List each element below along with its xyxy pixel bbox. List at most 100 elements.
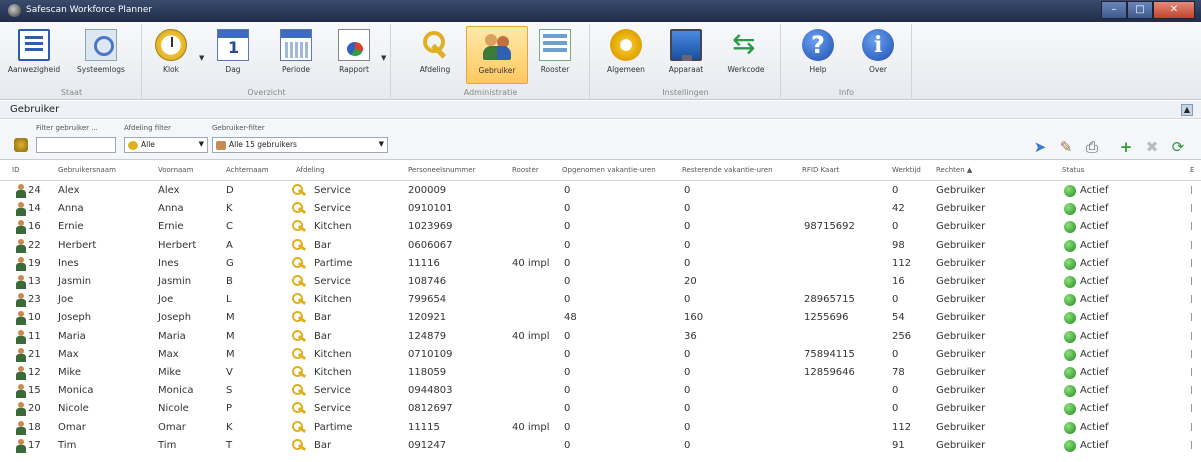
apparaat-button[interactable]: Apparaat bbox=[661, 26, 711, 84]
table-row[interactable]: 10 Joseph Joseph M Bar 120921 48 160 1255696 54 Ge… bbox=[0, 309, 1201, 327]
cell-rfid: 28965715 bbox=[804, 294, 855, 306]
department-key-icon bbox=[292, 202, 306, 216]
department-key-icon bbox=[292, 184, 306, 198]
cell-rights: Gebruiker bbox=[936, 367, 986, 378]
aanwezigheid-button[interactable]: Aanwezigheid bbox=[6, 26, 62, 84]
cell-id: 16 bbox=[28, 221, 41, 233]
chevron-down-icon: ▼ bbox=[198, 140, 204, 148]
edit-users-icon[interactable]: ✎ bbox=[1056, 137, 1076, 157]
overflow-edge: | bbox=[1190, 439, 1193, 449]
table-row[interactable]: 17 Tim Tim T Bar 091247 0 0 91 Gebruiker Actief | bbox=[0, 437, 1201, 455]
user-icon bbox=[16, 384, 26, 399]
rapport-button[interactable]: Rapport bbox=[331, 26, 377, 84]
overflow-edge: | bbox=[1190, 276, 1193, 285]
table-row[interactable]: 19 Ines Ines G Partime 11116 40 impl 0 0 112 Gebru… bbox=[0, 255, 1201, 273]
col-header-department[interactable]: Afdeling bbox=[296, 166, 325, 174]
user-filter-select[interactable]: Alle 15 gebruikers ▼ bbox=[212, 137, 388, 153]
table-row[interactable]: 18 Omar Omar K Partime 11115 40 impl 0 0 112 Gebru… bbox=[0, 419, 1201, 437]
cell-personnel-number: 091247 bbox=[408, 439, 447, 451]
cell-rights: Gebruiker bbox=[936, 330, 986, 342]
add-icon[interactable]: + bbox=[1116, 137, 1136, 157]
cell-rights: Gebruiker bbox=[936, 439, 986, 451]
cell-firstname: Anna bbox=[158, 203, 184, 215]
report-icon bbox=[338, 29, 370, 61]
cell-firstname: Alex bbox=[158, 185, 180, 196]
over-button[interactable]: Over bbox=[856, 26, 900, 84]
delete-icon[interactable]: ✖ bbox=[1142, 137, 1162, 157]
table-row[interactable]: 22 Herbert Herbert A Bar 0606067 0 0 98 Gebruiker… bbox=[0, 237, 1201, 255]
user-icon bbox=[16, 184, 26, 198]
info-icon bbox=[862, 29, 894, 61]
minimize-button[interactable]: – bbox=[1101, 1, 1127, 19]
cell-lastname: C bbox=[226, 221, 233, 233]
col-header-worktime[interactable]: Werktijd bbox=[892, 166, 921, 174]
refresh-icon[interactable]: ⟳ bbox=[1168, 137, 1188, 157]
cell-status: Actief bbox=[1080, 257, 1109, 269]
help-button[interactable]: Help bbox=[796, 26, 840, 84]
cell-firstname: Maria bbox=[158, 330, 186, 342]
cell-department: Kitchen bbox=[314, 348, 352, 360]
klok-dropdown-arrow[interactable]: ▼ bbox=[199, 54, 204, 62]
department-key-icon bbox=[292, 420, 306, 435]
maximize-button[interactable]: □ bbox=[1127, 1, 1153, 19]
cell-lastname: M bbox=[226, 330, 235, 342]
dag-button[interactable]: Dag bbox=[211, 26, 255, 84]
cell-remaining-vacation: 0 bbox=[684, 257, 691, 269]
systeemlogs-button[interactable]: Systeemlogs bbox=[68, 26, 134, 84]
dept-filter-select[interactable]: Alle ▼ bbox=[124, 137, 208, 153]
cell-personnel-number: 799654 bbox=[408, 294, 447, 306]
table-row[interactable]: 12 Mike Mike V Kitchen 118059 0 0 12859646 78 Gebr… bbox=[0, 364, 1201, 382]
pin-icon[interactable]: ▲ bbox=[1181, 104, 1193, 116]
table-row[interactable]: 24 Alex Alex D Service 200009 0 0 0 Gebruiker Acti… bbox=[0, 182, 1201, 200]
ribbon-group-staat: Aanwezigheid Systeemlogs Staat bbox=[2, 24, 142, 98]
rooster-button[interactable]: Rooster bbox=[532, 26, 578, 84]
col-header-status[interactable]: Status bbox=[1062, 166, 1084, 174]
col-header-rooster[interactable]: Rooster bbox=[512, 166, 539, 174]
table-row[interactable]: 13 Jasmin Jasmin B Service 108746 0 20 16 Gebruik… bbox=[0, 273, 1201, 291]
klok-button[interactable]: Klok bbox=[149, 26, 193, 84]
col-header-rfid[interactable]: RFID Kaart bbox=[802, 166, 839, 174]
col-header-username[interactable]: Gebruikersnaam bbox=[58, 166, 116, 174]
col-header-lastname[interactable]: Achternaam bbox=[226, 166, 269, 174]
cell-firstname: Omar bbox=[158, 421, 186, 433]
cell-status: Actief bbox=[1080, 203, 1109, 215]
werkcode-button[interactable]: Werkcode bbox=[719, 26, 773, 84]
rapport-dropdown-arrow[interactable]: ▼ bbox=[381, 54, 386, 62]
group-label-instellingen: Instellingen bbox=[662, 88, 709, 97]
table-row[interactable]: 20 Nicole Nicole P Service 0812697 0 0 0 Gebruike… bbox=[0, 400, 1201, 418]
export-icon[interactable]: ➤ bbox=[1030, 137, 1050, 157]
department-key-icon bbox=[292, 384, 306, 398]
ribbon-group-info: Help Over Info bbox=[782, 24, 912, 98]
cell-rights: Gebruiker bbox=[936, 403, 986, 415]
table-row[interactable]: 23 Joe Joe L Kitchen 799654 0 0 28965715 0 Gebruik… bbox=[0, 291, 1201, 309]
col-header-id[interactable]: ID bbox=[12, 166, 19, 174]
cell-worktime: 256 bbox=[892, 330, 912, 342]
algemeen-button[interactable]: Algemeen bbox=[599, 26, 653, 84]
cell-department: Kitchen bbox=[314, 367, 352, 378]
col-header-taken-vacation[interactable]: Opgenomen vakantie-uren bbox=[562, 166, 656, 174]
col-header-personnel-number[interactable]: Personeelsnummer bbox=[408, 166, 475, 174]
cell-lastname: D bbox=[226, 185, 234, 196]
cell-department: Kitchen bbox=[314, 221, 352, 233]
table-row[interactable]: 11 Maria Maria M Bar 124879 40 impl 0 36 256 Gebru… bbox=[0, 328, 1201, 346]
chevron-down-icon: ▼ bbox=[378, 140, 384, 148]
col-header-rights[interactable]: Rechten ▲ bbox=[936, 166, 972, 174]
print-icon[interactable]: ⎙ bbox=[1082, 137, 1102, 157]
col-header-firstname[interactable]: Voornaam bbox=[158, 166, 193, 174]
gebruiker-button[interactable]: Gebruiker bbox=[466, 26, 528, 84]
cell-remaining-vacation: 0 bbox=[684, 367, 691, 378]
periode-button[interactable]: Periode bbox=[271, 26, 321, 84]
table-row[interactable]: 21 Max Max M Kitchen 0710109 0 0 75894115 0 Gebrui… bbox=[0, 346, 1201, 364]
status-active-icon bbox=[1064, 221, 1076, 234]
status-active-icon bbox=[1064, 185, 1076, 197]
table-row[interactable]: 15 Monica Monica S Service 0944803 0 0 0 Gebruike… bbox=[0, 382, 1201, 400]
cell-personnel-number: 0910101 bbox=[408, 203, 453, 215]
col-header-remaining-vacation[interactable]: Resterende vakantie-uren bbox=[682, 166, 773, 174]
close-button[interactable]: ✕ bbox=[1153, 1, 1195, 19]
table-row[interactable]: 16 Ernie Ernie C Kitchen 1023969 0 0 98715692 0 Ge… bbox=[0, 218, 1201, 236]
group-label-info: Info bbox=[838, 88, 855, 97]
table-row[interactable]: 14 Anna Anna K Service 0910101 0 0 42 Gebruiker Ac… bbox=[0, 200, 1201, 218]
cell-personnel-number: 0710109 bbox=[408, 348, 453, 360]
filter-user-input[interactable] bbox=[36, 137, 116, 153]
afdeling-button[interactable]: Afdeling bbox=[410, 26, 460, 84]
